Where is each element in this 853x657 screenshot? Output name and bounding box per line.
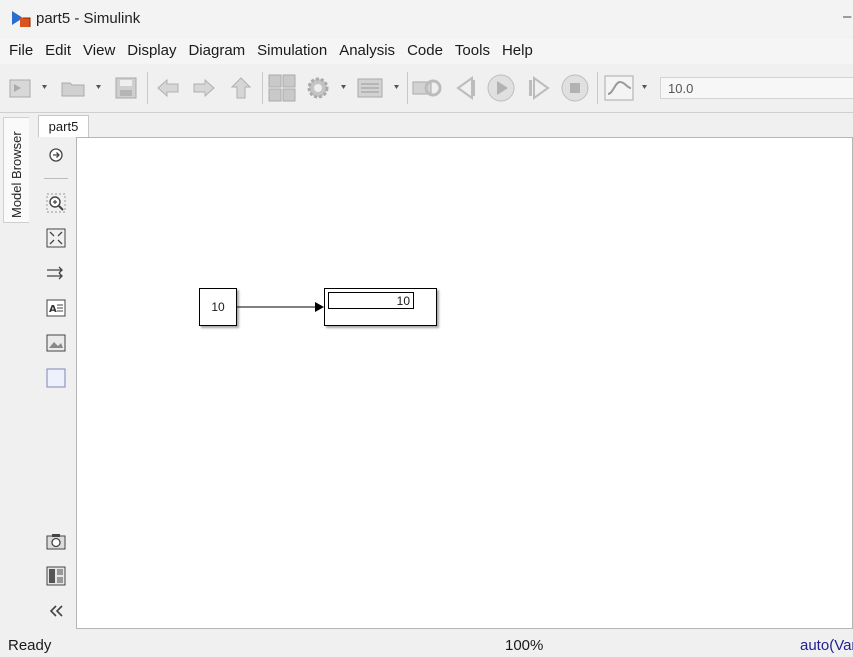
image-button[interactable]: [45, 332, 67, 354]
run-icon: [487, 74, 515, 102]
minimize-button[interactable]: –: [843, 8, 851, 25]
menu-edit[interactable]: Edit: [39, 38, 77, 64]
canvas-palette: A: [38, 137, 75, 629]
library-browser-icon: [268, 74, 296, 102]
collapse-palette-button[interactable]: [45, 600, 67, 622]
tab-part5[interactable]: part5: [38, 115, 89, 137]
window-title: part5 - Simulink: [36, 10, 141, 27]
display-block-value: 10: [328, 292, 414, 309]
annotation-button[interactable]: A: [45, 297, 67, 319]
model-canvas[interactable]: 10 10: [76, 137, 853, 629]
area-icon: [46, 368, 66, 388]
step-back-icon: [456, 76, 475, 100]
annotation-icon: A: [46, 299, 66, 317]
run-button[interactable]: [485, 74, 517, 102]
property-inspector-icon: [46, 566, 66, 586]
title-bar: part5 - Simulink –: [0, 0, 853, 37]
status-bar: Ready 100% auto(Var: [0, 631, 853, 657]
stop-icon: [561, 74, 589, 102]
menu-tools[interactable]: Tools: [449, 38, 496, 64]
menu-display[interactable]: Display: [121, 38, 182, 64]
back-icon: [157, 78, 179, 98]
library-browser-button[interactable]: [267, 74, 297, 102]
fit-to-view-button[interactable]: [45, 227, 67, 249]
svg-text:A: A: [49, 304, 57, 315]
toolbar-separator: [597, 72, 598, 104]
model-browser-label: Model Browser: [9, 131, 24, 218]
back-button[interactable]: [155, 74, 181, 102]
status-text: Ready: [8, 637, 52, 654]
data-inspector-button[interactable]: [603, 74, 655, 102]
menu-view[interactable]: View: [77, 38, 121, 64]
zoom-level: 100%: [505, 637, 544, 654]
up-icon: [230, 77, 252, 99]
display-block[interactable]: 10: [324, 288, 437, 326]
menu-file[interactable]: File: [3, 38, 39, 64]
step-forward-icon: [529, 76, 550, 100]
snapshot-button[interactable]: [45, 530, 67, 552]
model-explorer-button[interactable]: [355, 74, 405, 102]
menu-diagram[interactable]: Diagram: [182, 38, 251, 64]
menu-help[interactable]: Help: [496, 38, 539, 64]
forward-button[interactable]: [191, 74, 217, 102]
update-diagram-icon: [412, 79, 442, 97]
save-button[interactable]: [113, 74, 139, 102]
model-explorer-icon: [357, 78, 399, 98]
data-inspector-icon: [604, 75, 647, 101]
stop-button[interactable]: [559, 74, 591, 102]
step-forward-button[interactable]: [523, 74, 553, 102]
property-inspector-button[interactable]: [45, 565, 67, 587]
menu-simulation[interactable]: Simulation: [251, 38, 333, 64]
toolbar-separator: [147, 72, 148, 104]
area-button[interactable]: [45, 367, 67, 389]
save-icon: [115, 77, 137, 99]
zoom-in-icon: [46, 193, 66, 213]
stop-time-field[interactable]: 10.0: [660, 77, 853, 99]
model-config-button[interactable]: [303, 74, 353, 102]
menu-bar: File Edit View Display Diagram Simulatio…: [0, 38, 853, 64]
double-chevron-left-icon: [49, 605, 63, 617]
forward-icon: [193, 78, 215, 98]
step-back-button[interactable]: [451, 74, 481, 102]
route-lines-icon: [47, 266, 63, 280]
route-lines-button[interactable]: [45, 262, 67, 284]
menu-code[interactable]: Code: [401, 38, 449, 64]
toolbar-separator: [407, 72, 408, 104]
toolbar-separator: [262, 72, 263, 104]
image-icon: [46, 334, 66, 352]
zoom-button[interactable]: [45, 192, 67, 214]
browser-arrow-icon: [49, 148, 63, 162]
camera-icon: [46, 534, 66, 550]
fit-to-view-icon: [46, 228, 66, 248]
open-icon: [61, 82, 101, 97]
model-browser-tab[interactable]: Model Browser: [3, 117, 29, 223]
new-model-icon: [9, 79, 47, 98]
signal-arrowhead: [315, 302, 324, 312]
toolbar: 10.0: [0, 64, 853, 113]
menu-analysis[interactable]: Analysis: [333, 38, 401, 64]
up-button[interactable]: [228, 74, 254, 102]
solver-link[interactable]: auto(Var: [800, 637, 853, 654]
model-config-icon: [307, 77, 346, 99]
open-button[interactable]: [60, 74, 106, 102]
palette-divider: [44, 178, 68, 179]
hide-show-browser-button[interactable]: [45, 144, 67, 166]
constant-block-value: 10: [211, 300, 225, 314]
signal-line[interactable]: [237, 300, 327, 314]
update-diagram-button[interactable]: [411, 74, 443, 102]
constant-block[interactable]: 10: [199, 288, 237, 326]
model-browser-pane: Model Browser: [0, 113, 35, 629]
simulink-app-icon: [11, 8, 33, 30]
new-model-button[interactable]: [8, 74, 52, 102]
